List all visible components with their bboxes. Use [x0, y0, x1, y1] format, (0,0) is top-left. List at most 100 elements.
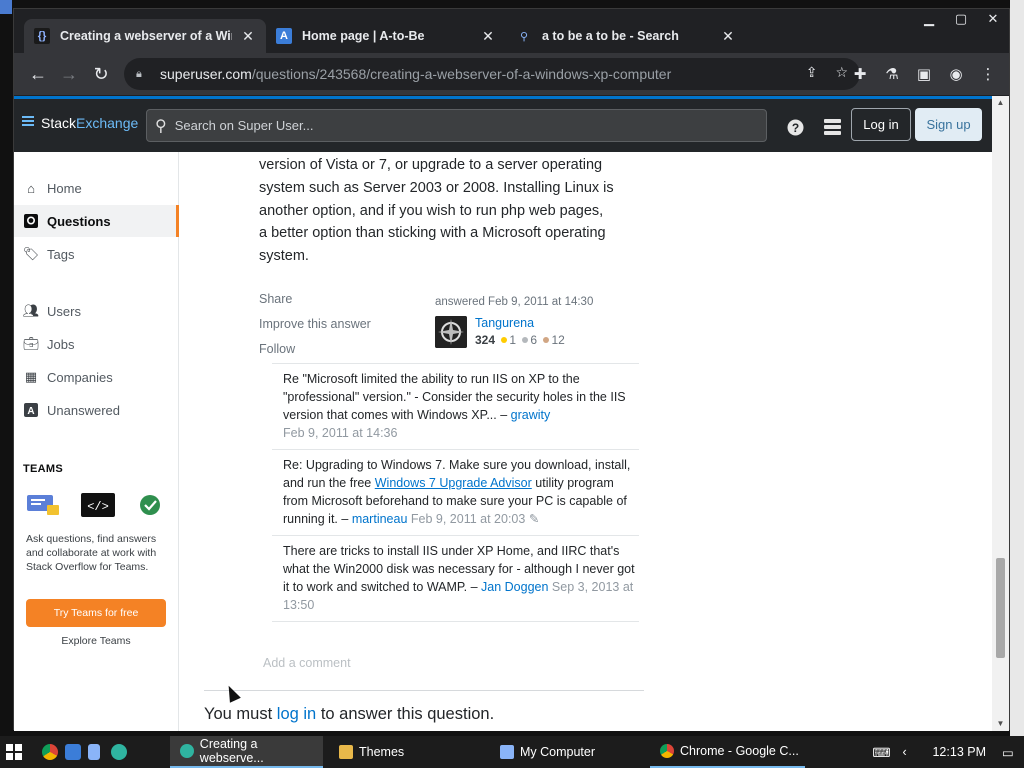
avatar[interactable]	[435, 316, 467, 348]
tab-search[interactable]: ⚲ a to be a to be - Search ✕	[506, 19, 746, 53]
login-notice-text: to answer this question.	[320, 705, 495, 723]
sidebar-item-jobs[interactable]: 💼︎ Jobs	[14, 328, 179, 360]
scroll-down-icon[interactable]: ▼	[992, 717, 1009, 731]
taskbar-item-themes[interactable]: Themes	[329, 736, 484, 768]
teams-description: Ask questions, find answers and collabor…	[26, 533, 157, 573]
start-icon[interactable]	[6, 744, 22, 760]
comment-date[interactable]: Feb 9, 2011 at 20:03	[411, 512, 525, 526]
silver-badge-icon	[522, 337, 529, 343]
search-icon: ⚲	[155, 117, 167, 135]
maximize-icon[interactable]: ▢	[945, 9, 977, 29]
sidebar-item-questions[interactable]: Questions	[14, 205, 179, 237]
comment-date[interactable]: Feb 9, 2011 at 14:36	[283, 426, 397, 440]
comment-list: Re "Microsoft limited the ability to run…	[272, 363, 639, 622]
mouse-cursor	[223, 683, 241, 703]
clock[interactable]: 12:13 PM	[932, 745, 986, 759]
sidebar-item-label: Unanswered	[47, 402, 120, 418]
forward-icon[interactable]: →	[57, 62, 81, 86]
answer-line: system.	[259, 248, 309, 265]
taskbar-item-my-computer[interactable]: My Computer	[490, 736, 645, 768]
superuser-icon: {}	[34, 28, 50, 44]
desktop-background-strip	[1010, 0, 1024, 736]
login-button[interactable]: Log in	[851, 108, 911, 141]
sidebar-item-label: Home	[47, 180, 82, 196]
improve-answer-link[interactable]: Improve this answer	[259, 317, 371, 331]
tab-title: Home page | A-to-Be	[302, 29, 425, 43]
svg-text:A: A	[27, 406, 34, 417]
taskbar-item-chrome[interactable]: Chrome - Google C...	[650, 736, 805, 768]
sidebar-item-users[interactable]: 👥︎ Users	[14, 295, 179, 327]
keyboard-icon[interactable]: ⌨	[872, 745, 890, 760]
sidebar-item-home[interactable]: ⌂ Home	[14, 172, 179, 204]
share-icon[interactable]: ⇪	[806, 64, 818, 81]
sidebar-item-companies[interactable]: ▦ Companies	[14, 361, 179, 393]
reputation-score: 324	[475, 333, 496, 347]
close-icon[interactable]: ✕	[240, 28, 256, 45]
upgrade-advisor-link[interactable]: Windows 7 Upgrade Advisor	[375, 476, 532, 490]
answer-author-link[interactable]: Tangurena	[475, 316, 534, 330]
share-link[interactable]: Share	[259, 292, 292, 306]
comment-user-link[interactable]: grawity	[511, 408, 551, 422]
comment-user-link[interactable]: Jan Doggen	[481, 580, 548, 594]
login-notice-text: You must	[204, 705, 273, 723]
site-search-input[interactable]: ⚲ Search on Super User...	[146, 109, 767, 142]
search-placeholder: Search on Super User...	[174, 118, 314, 133]
comment: There are tricks to install IIS under XP…	[272, 536, 639, 622]
bronze-badge-count: 12	[551, 333, 565, 347]
comment-user-link[interactable]: martineau	[352, 512, 408, 526]
taskbar-item-label: My Computer	[520, 745, 596, 759]
comment-text: Re "Microsoft limited the ability to run…	[283, 372, 626, 422]
page-scrollbar[interactable]: ▲ ▼	[992, 96, 1009, 731]
stackexchange-logo[interactable]: Stack Exchange	[22, 115, 138, 131]
computer-quicklaunch-icon[interactable]	[88, 744, 100, 760]
logo-text-a: Stack	[41, 115, 77, 131]
answer-line: another option, and if you wish to run p…	[259, 202, 604, 219]
sidebar-item-label: Companies	[47, 369, 113, 385]
edge-quicklaunch-icon[interactable]	[111, 744, 127, 760]
scrollbar-thumb[interactable]	[996, 558, 1005, 658]
sidebar-item-label: Jobs	[47, 336, 75, 352]
profile-avatar-icon[interactable]: ◉	[945, 62, 967, 86]
side-panel-icon[interactable]: ▣	[913, 62, 935, 86]
lock-icon: 🔒︎	[136, 67, 142, 80]
notifications-icon[interactable]: ▭	[1002, 745, 1016, 760]
app-quicklaunch-icon[interactable]	[65, 744, 81, 760]
taskbar-item-edge[interactable]: Creating a webserve...	[170, 736, 323, 768]
omnibox-actions: ⇪ ☆	[806, 64, 848, 81]
help-icon[interactable]: ?	[785, 117, 805, 137]
tab-atobe[interactable]: A Home page | A-to-Be ✕	[266, 19, 506, 53]
address-bar[interactable]: 🔒︎ superuser.com/questions/243568/creati…	[124, 58, 860, 90]
try-teams-button[interactable]: Try Teams for free	[26, 599, 166, 627]
folder-icon	[339, 745, 353, 759]
tag-icon: 🏷︎	[22, 246, 40, 261]
page-viewport: Stack Exchange ⚲ Search on Super User... …	[14, 96, 994, 731]
sidebar-item-tags[interactable]: 🏷︎ Tags	[14, 238, 179, 270]
menu-kebab-icon[interactable]: ⋮	[977, 62, 999, 86]
sidebar-item-unanswered[interactable]: A Unanswered	[14, 394, 179, 426]
close-icon[interactable]: ✕	[720, 28, 736, 45]
labs-flask-icon[interactable]: ⚗	[881, 62, 903, 86]
site-switcher-icon[interactable]	[822, 117, 842, 137]
close-icon[interactable]: ✕	[480, 28, 496, 45]
window-close-icon[interactable]: ✕	[977, 9, 1009, 29]
chrome-quicklaunch-icon[interactable]	[42, 744, 58, 760]
tab-title: a to be a to be - Search	[542, 29, 679, 43]
signup-button[interactable]: Sign up	[915, 108, 982, 141]
teams-illustration: </>	[25, 492, 165, 520]
edge-icon	[180, 744, 194, 758]
taskbar-item-label: Themes	[359, 745, 405, 759]
back-icon[interactable]: ←	[26, 62, 50, 86]
reload-icon[interactable]: ↻	[89, 62, 113, 86]
bookmark-star-icon[interactable]: ☆	[835, 64, 848, 81]
tab-superuser[interactable]: {} Creating a webserver of a Windo ✕	[24, 19, 266, 53]
minimize-icon[interactable]: ▁	[913, 9, 945, 29]
add-comment-link[interactable]: Add a comment	[263, 656, 351, 670]
explore-teams-link[interactable]: Explore Teams	[26, 635, 166, 647]
tray-expand-icon[interactable]: ‹	[902, 745, 918, 759]
extensions-icon[interactable]: ✚	[849, 62, 871, 86]
scroll-up-icon[interactable]: ▲	[992, 96, 1009, 110]
login-link[interactable]: log in	[277, 705, 316, 723]
tab-title: Creating a webserver of a Windo	[60, 29, 232, 43]
sidebar-item-label: Tags	[47, 246, 75, 262]
follow-link[interactable]: Follow	[259, 342, 295, 356]
